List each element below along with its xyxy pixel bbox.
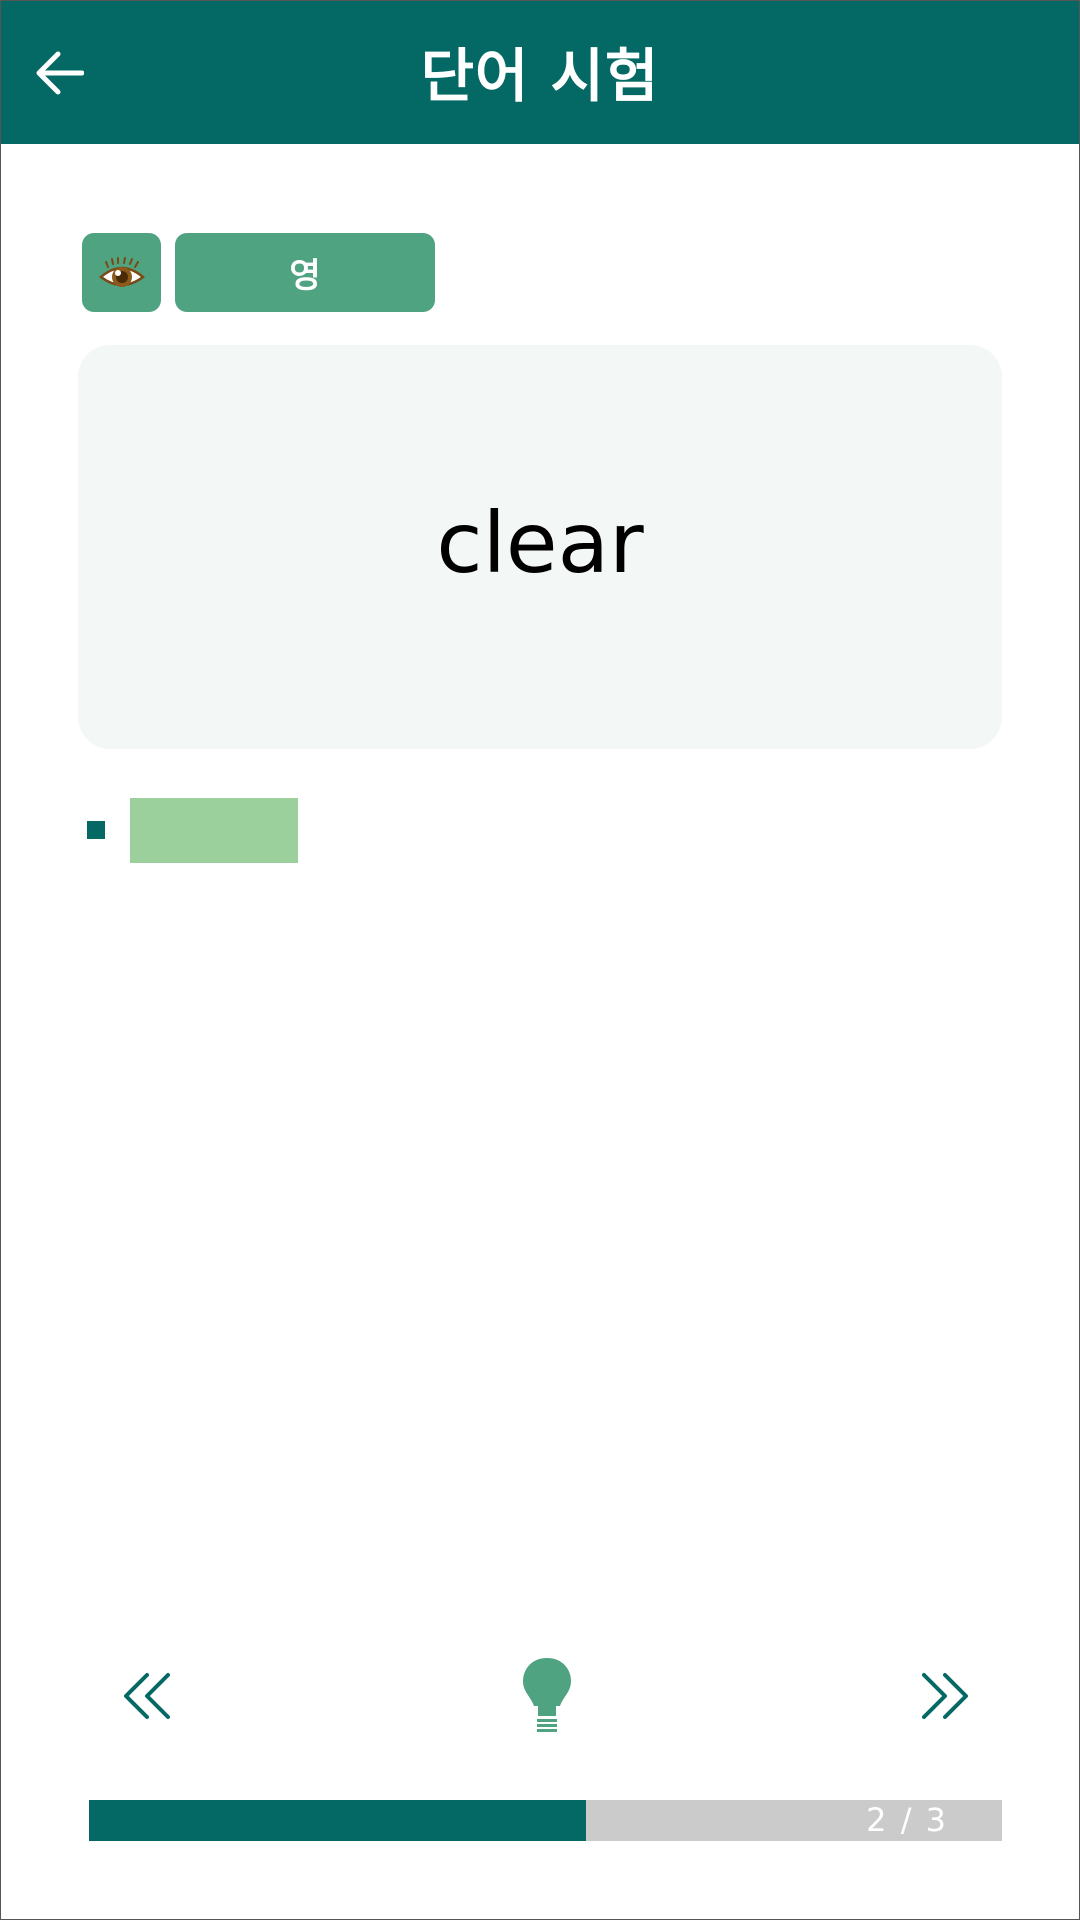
lightbulb-icon — [523, 1658, 571, 1732]
double-chevron-left-icon — [124, 1673, 170, 1719]
app-screen: 단어 시험 영 clear 2 / 3 — [0, 0, 1080, 1920]
word-card: clear — [78, 345, 1002, 749]
show-meaning-button[interactable] — [82, 233, 161, 312]
answer-bullet — [87, 821, 105, 839]
previous-button[interactable] — [113, 1661, 183, 1731]
progress-counter: 2 / 3 — [866, 1801, 948, 1839]
page-title: 단어 시험 — [420, 42, 660, 110]
hint-button[interactable] — [517, 1656, 577, 1736]
next-button[interactable] — [909, 1661, 979, 1731]
progress-fill — [89, 1800, 586, 1841]
double-chevron-right-icon — [922, 1673, 968, 1719]
app-header: 단어 시험 — [1, 1, 1079, 144]
progress-bar: 2 / 3 — [89, 1800, 1002, 1841]
eye-icon — [98, 256, 145, 287]
hidden-answer-box[interactable] — [130, 798, 298, 863]
quiz-word: clear — [436, 494, 644, 592]
language-toggle-button[interactable]: 영 — [175, 233, 435, 312]
